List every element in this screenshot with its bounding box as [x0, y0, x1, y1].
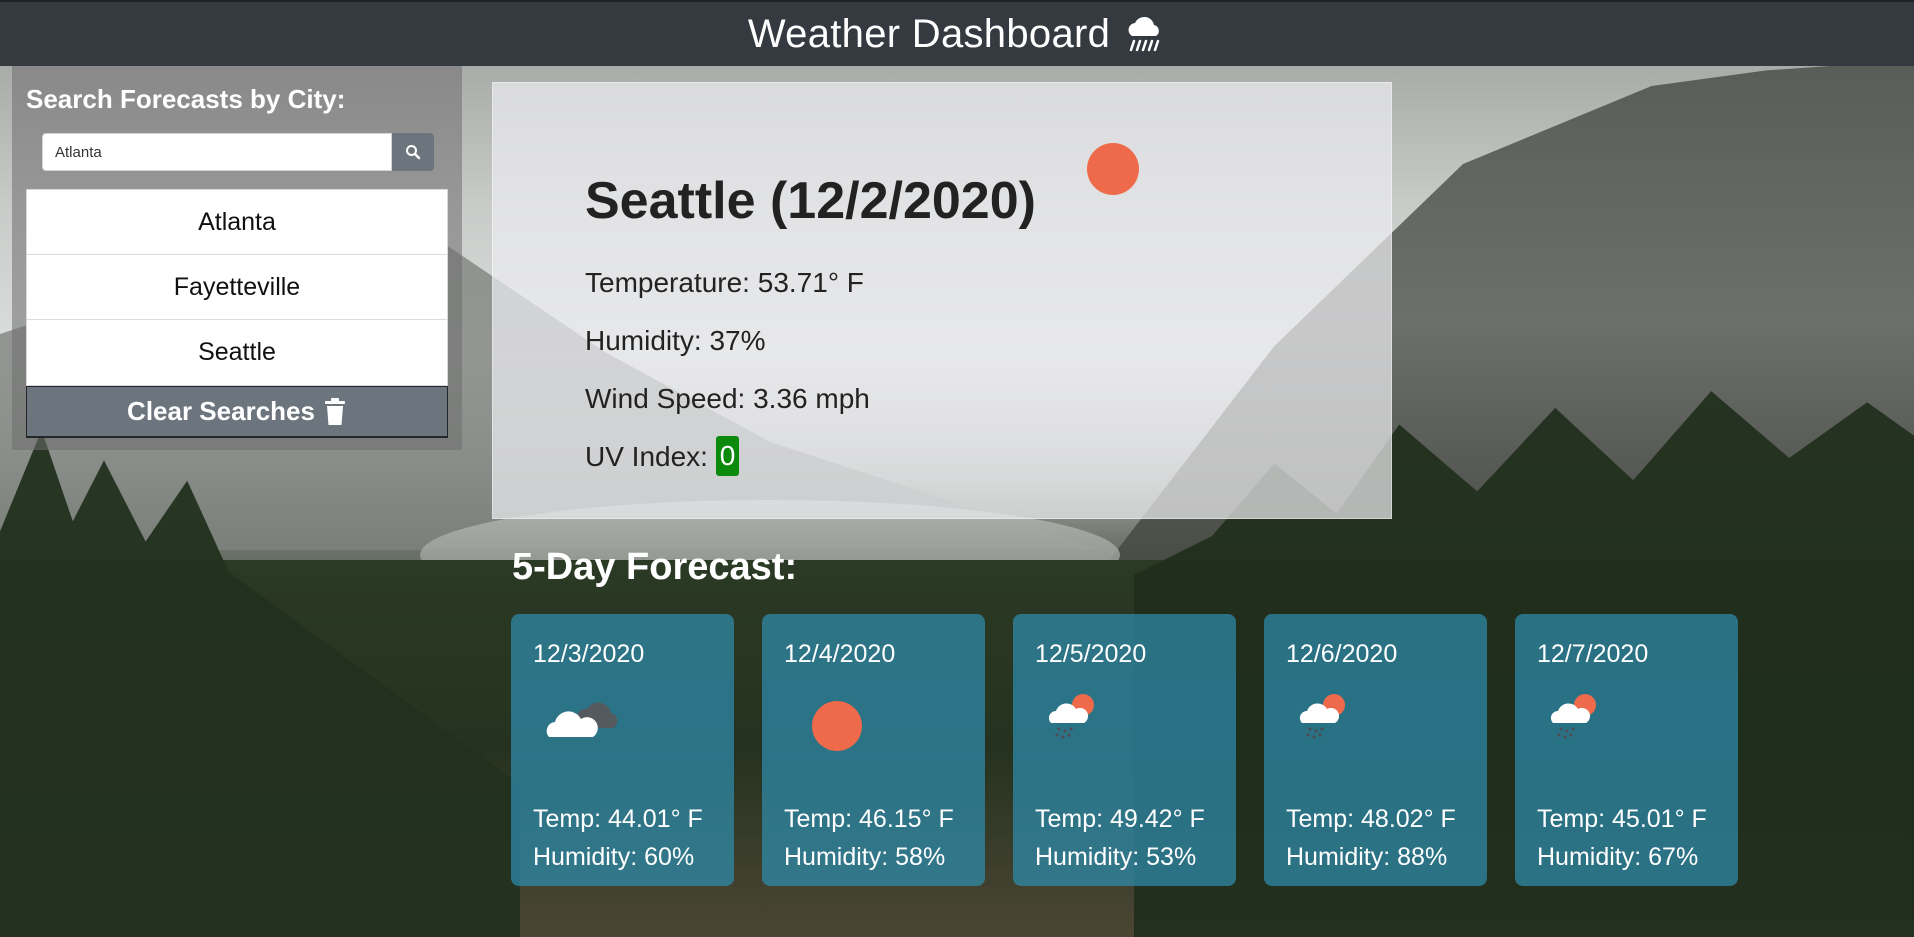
current-wind-speed: Wind Speed: 3.36 mph: [585, 383, 870, 414]
forecast-humidity: Humidity: 53%: [1035, 843, 1197, 871]
cloudy-icon: [546, 702, 618, 737]
current-temperature: Temperature: 53.71° F: [585, 267, 864, 298]
search-button[interactable]: [392, 133, 434, 171]
history-item-fayetteville[interactable]: Fayetteville: [27, 255, 447, 320]
forecast-temp: Temp: 49.42° F: [1035, 805, 1205, 833]
trash-icon: [324, 397, 345, 425]
forecast-humidity: Humidity: 58%: [784, 843, 946, 871]
sun-rain-icon: [1048, 694, 1094, 739]
cloud-rain-icon: [1122, 12, 1166, 56]
forecast-date: 12/5/2020: [1035, 640, 1147, 668]
search-icon: [406, 145, 421, 160]
forecast-heading: 5-Day Forecast:: [512, 546, 798, 588]
search-panel: Search Forecasts by City: Atlanta Fayett…: [12, 66, 462, 450]
clear-searches-button[interactable]: Clear Searches: [26, 386, 448, 438]
sun-icon: [1087, 143, 1139, 195]
forecast-humidity: Humidity: 88%: [1286, 843, 1448, 871]
forecast-date: 12/4/2020: [784, 640, 896, 668]
forecast-cards: 12/3/2020 Temp: 44.01° F Humidity: 60% 1…: [511, 614, 1738, 886]
forecast-temp: Temp: 44.01° F: [533, 805, 703, 833]
forecast-date: 12/6/2020: [1286, 640, 1398, 668]
sun-icon: [812, 701, 862, 751]
forecast-card: 12/7/2020 Temp: 45.01° F Humidity: 67%: [1515, 614, 1738, 886]
forecast-temp: Temp: 45.01° F: [1537, 805, 1707, 833]
forecast-humidity: Humidity: 67%: [1537, 843, 1699, 871]
forecast-temp: Temp: 46.15° F: [784, 805, 954, 833]
forecast-date: 12/7/2020: [1537, 640, 1649, 668]
search-form: [42, 133, 434, 171]
forecast-card: 12/4/2020 Temp: 46.15° F Humidity: 58%: [762, 614, 985, 886]
forecast-date: 12/3/2020: [533, 640, 645, 668]
city-search-input[interactable]: [42, 133, 392, 171]
sun-rain-icon: [1550, 694, 1596, 739]
current-city-title: Seattle (12/2/2020): [585, 172, 1036, 230]
current-weather-card: Seattle (12/2/2020) Temperature: 53.71° …: [492, 82, 1392, 519]
history-item-seattle[interactable]: Seattle: [27, 320, 447, 385]
current-humidity: Humidity: 37%: [585, 325, 766, 356]
search-heading: Search Forecasts by City:: [26, 84, 346, 114]
history-item-atlanta[interactable]: Atlanta: [27, 190, 447, 255]
navbar: Weather Dashboard: [0, 0, 1914, 66]
forecast-card: 12/6/2020 Temp: 48.02° F Humidity: 88%: [1264, 614, 1487, 886]
forecast-card: 12/3/2020 Temp: 44.01° F Humidity: 60%: [511, 614, 734, 886]
clear-searches-label: Clear Searches: [127, 396, 315, 426]
forecast-card: 12/5/2020 Temp: 49.42° F Humidity: 53%: [1013, 614, 1236, 886]
sun-rain-icon: [1299, 694, 1345, 739]
uv-index-badge: 0: [715, 435, 740, 476]
current-uv-index: UV Index: 0: [585, 435, 1391, 476]
search-history-list: Atlanta Fayetteville Seattle: [26, 189, 448, 386]
forecast-humidity: Humidity: 60%: [533, 843, 695, 871]
uv-index-label: UV Index:: [585, 441, 708, 472]
app-title: Weather Dashboard: [747, 11, 1111, 56]
forecast-temp: Temp: 48.02° F: [1286, 805, 1456, 833]
